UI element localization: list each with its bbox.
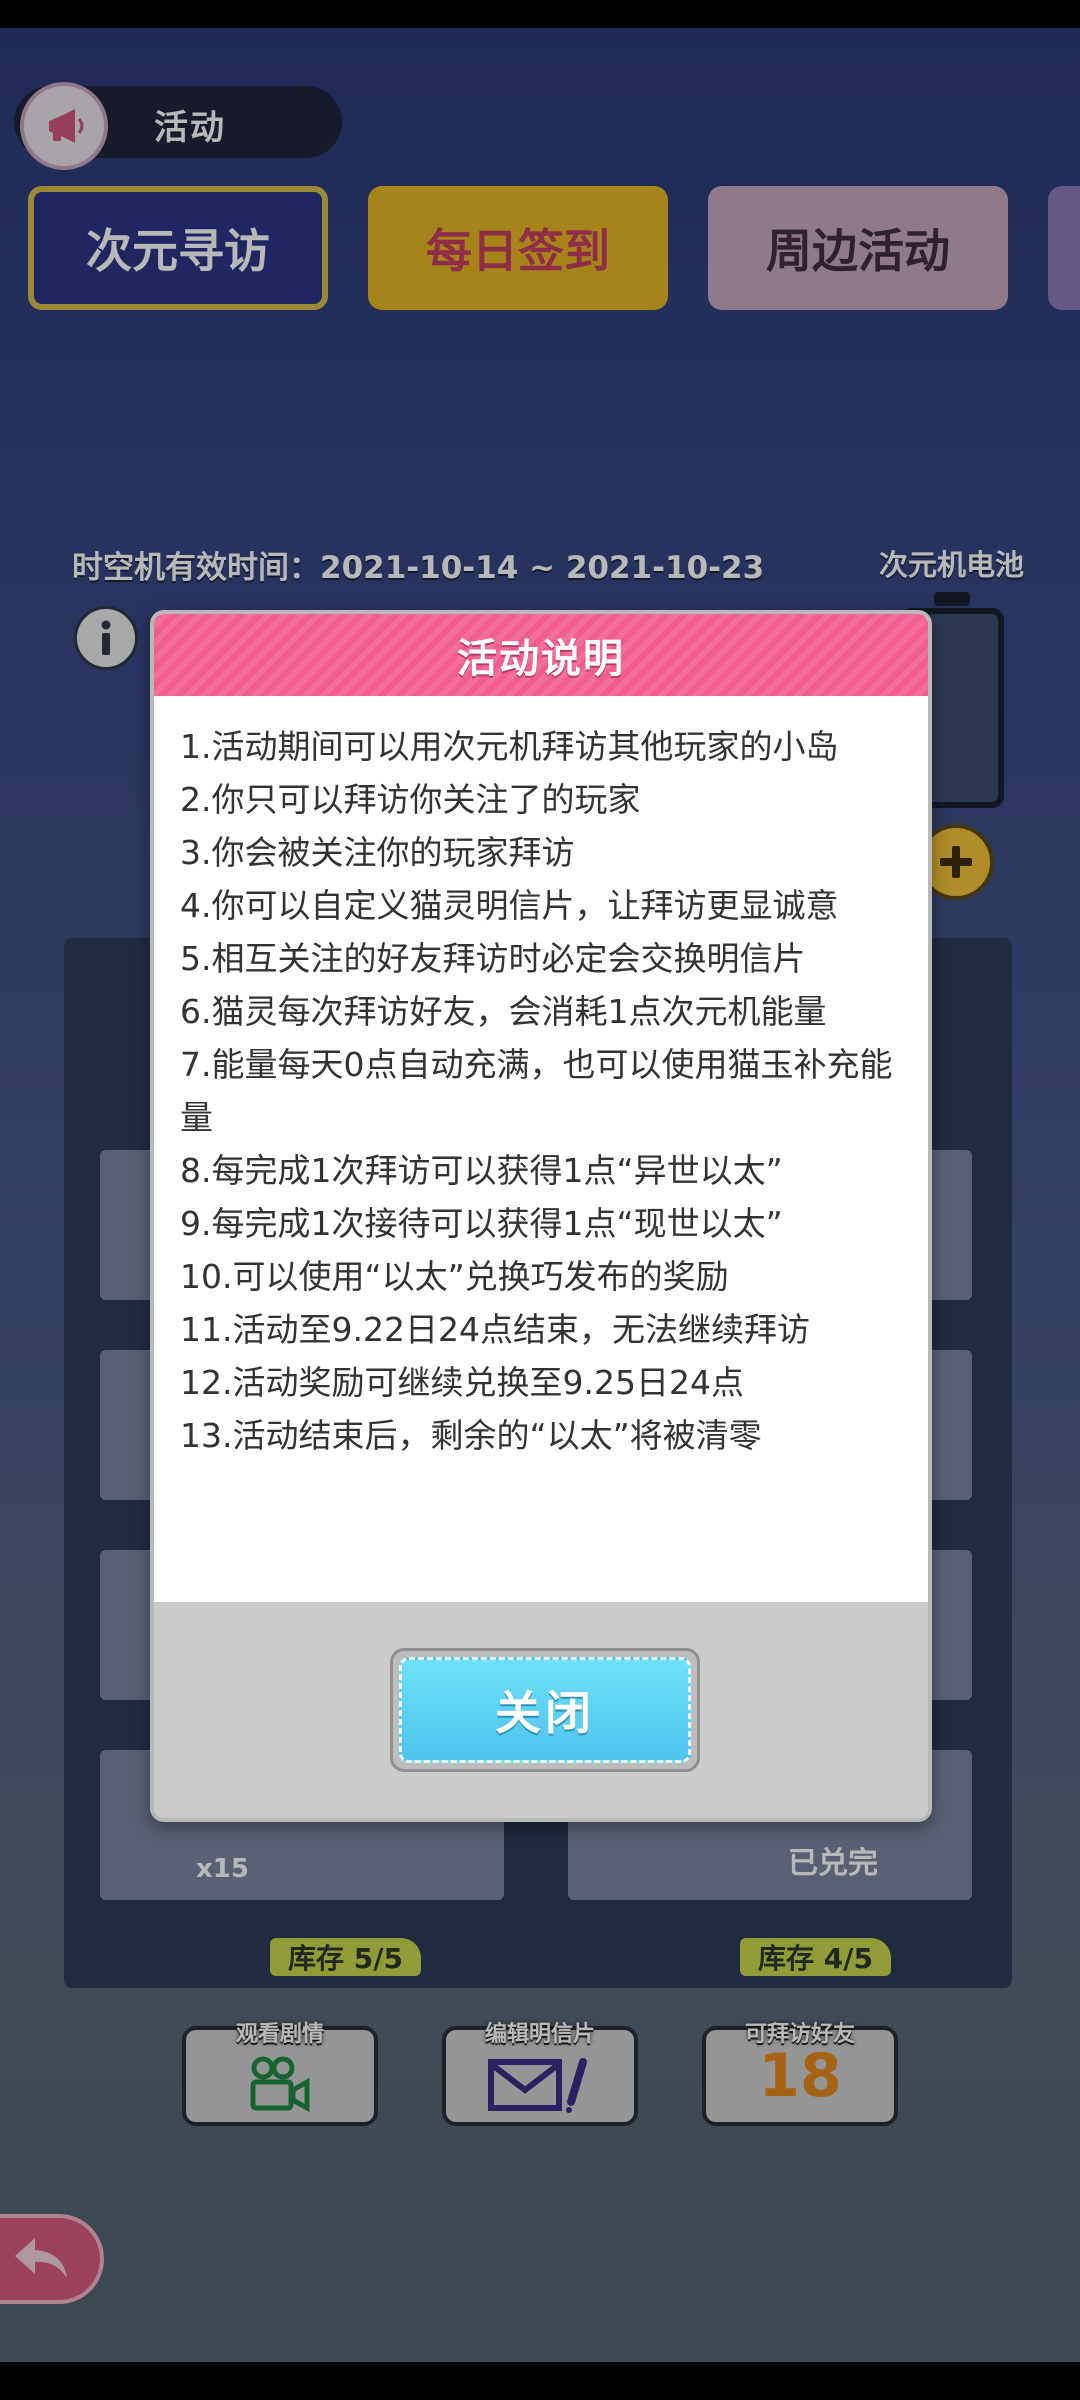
rule-item: 3.你会被关注你的玩家拜访 (180, 833, 575, 872)
rule-item: 6.猫灵每次拜访好友，会消耗1点次元机能量 (180, 992, 827, 1031)
rules-list: 1.活动期间可以用次元机拜访其他玩家的小岛 2.你只可以拜访你关注了的玩家 3.… (180, 720, 908, 1462)
activity-description-dialog: 活动说明 1.活动期间可以用次元机拜访其他玩家的小岛 2.你只可以拜访你关注了的… (150, 610, 932, 1822)
close-button[interactable]: 关闭 (390, 1648, 700, 1772)
dialog-footer: 关闭 (154, 1602, 928, 1818)
rule-item: 8.每完成1次拜访可以获得1点“异世以太” (180, 1151, 783, 1190)
close-button-label: 关闭 (399, 1657, 691, 1763)
dialog-title: 活动说明 (457, 636, 625, 682)
dialog-header: 活动说明 (154, 614, 928, 696)
rule-item: 11.活动至9.22日24点结束，无法继续拜访 (180, 1310, 810, 1349)
rule-item: 2.你只可以拜访你关注了的玩家 (180, 780, 641, 819)
rule-item: 5.相互关注的好友拜访时必定会交换明信片 (180, 939, 806, 978)
status-bar (0, 0, 1080, 28)
rule-item: 1.活动期间可以用次元机拜访其他玩家的小岛 (180, 727, 839, 766)
rule-item: 10.可以使用“以太”兑换巧发布的奖励 (180, 1257, 729, 1296)
rule-item: 9.每完成1次接待可以获得1点“现世以太” (180, 1204, 783, 1243)
rule-item: 7.能量每天0点自动充满，也可以使用猫玉补充能量 (180, 1045, 893, 1137)
rule-item: 12.活动奖励可继续兑换至9.25日24点 (180, 1363, 744, 1402)
rule-item: 4.你可以自定义猫灵明信片，让拜访更显诚意 (180, 886, 839, 925)
rule-item: 13.活动结束后，剩余的“以太”将被清零 (180, 1416, 762, 1455)
navigation-bar (0, 2362, 1080, 2400)
